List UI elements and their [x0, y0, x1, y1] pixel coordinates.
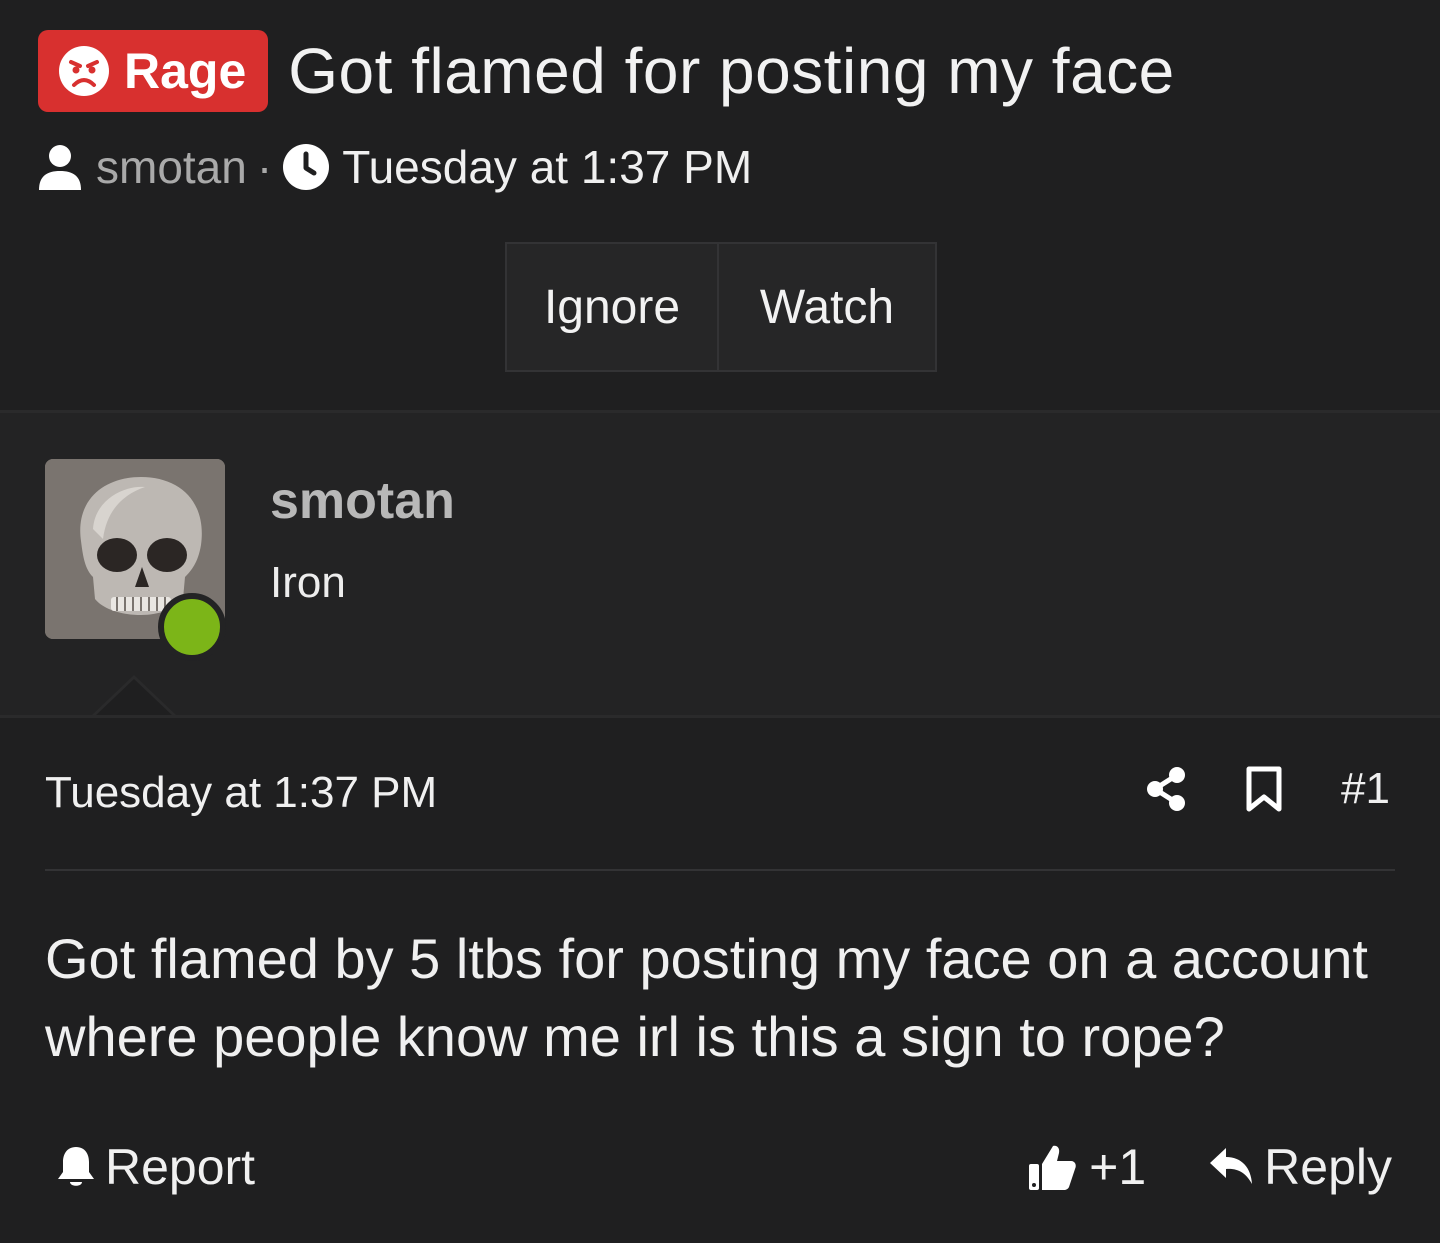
post-footer-actions: +1 Reply	[1027, 1138, 1392, 1196]
share-icon	[1147, 767, 1186, 811]
clock-icon	[283, 144, 330, 190]
post-number-link[interactable]: #1	[1341, 764, 1390, 814]
post-header-actions: #1	[1145, 764, 1390, 814]
user-block-divider	[0, 715, 1440, 718]
bell-icon	[58, 1147, 94, 1186]
online-status-indicator	[158, 593, 226, 661]
post-arrow-inner	[95, 679, 173, 716]
reply-icon	[1210, 1148, 1253, 1184]
ignore-button[interactable]: Ignore	[505, 242, 719, 372]
reply-button[interactable]: Reply	[1264, 1138, 1392, 1196]
meta-separator: ·	[256, 141, 273, 193]
thread-title-row: Rage Got flamed for posting my face	[38, 30, 1175, 112]
bookmark-button[interactable]	[1245, 766, 1283, 812]
post-user-block: smotan Iron	[0, 413, 1440, 716]
thread-title: Got flamed for posting my face	[288, 35, 1175, 107]
post-date-link[interactable]: Tuesday at 1:37 PM	[45, 768, 437, 818]
reaction-count[interactable]: +1	[1089, 1138, 1146, 1196]
thread-author-link[interactable]: smotan	[96, 140, 247, 194]
angry-face-icon	[59, 46, 109, 96]
share-button[interactable]	[1145, 766, 1187, 812]
bookmark-icon	[1246, 766, 1282, 812]
thread-meta: smotan · Tuesday at 1:37 PM	[38, 140, 752, 194]
thread-date-link[interactable]: Tuesday at 1:37 PM	[342, 140, 752, 194]
user-title: Iron	[270, 558, 346, 607]
thread-header: Rage Got flamed for posting my face smot…	[0, 0, 1440, 410]
post-body: Got flamed by 5 ltbs for posting my face…	[45, 927, 1368, 1068]
thumbs-up-icon[interactable]	[1027, 1142, 1077, 1192]
post-divider	[45, 869, 1395, 871]
user-icon	[39, 145, 81, 190]
watch-button[interactable]: Watch	[719, 242, 937, 372]
post-username-link[interactable]: smotan	[270, 471, 455, 531]
thread-action-buttons: Ignore Watch	[505, 242, 937, 372]
thread-prefix-label: Rage	[124, 43, 247, 99]
report-label: Report	[105, 1139, 256, 1195]
thread-prefix-badge[interactable]: Rage	[38, 30, 269, 112]
report-button[interactable]: Report	[55, 1138, 255, 1196]
